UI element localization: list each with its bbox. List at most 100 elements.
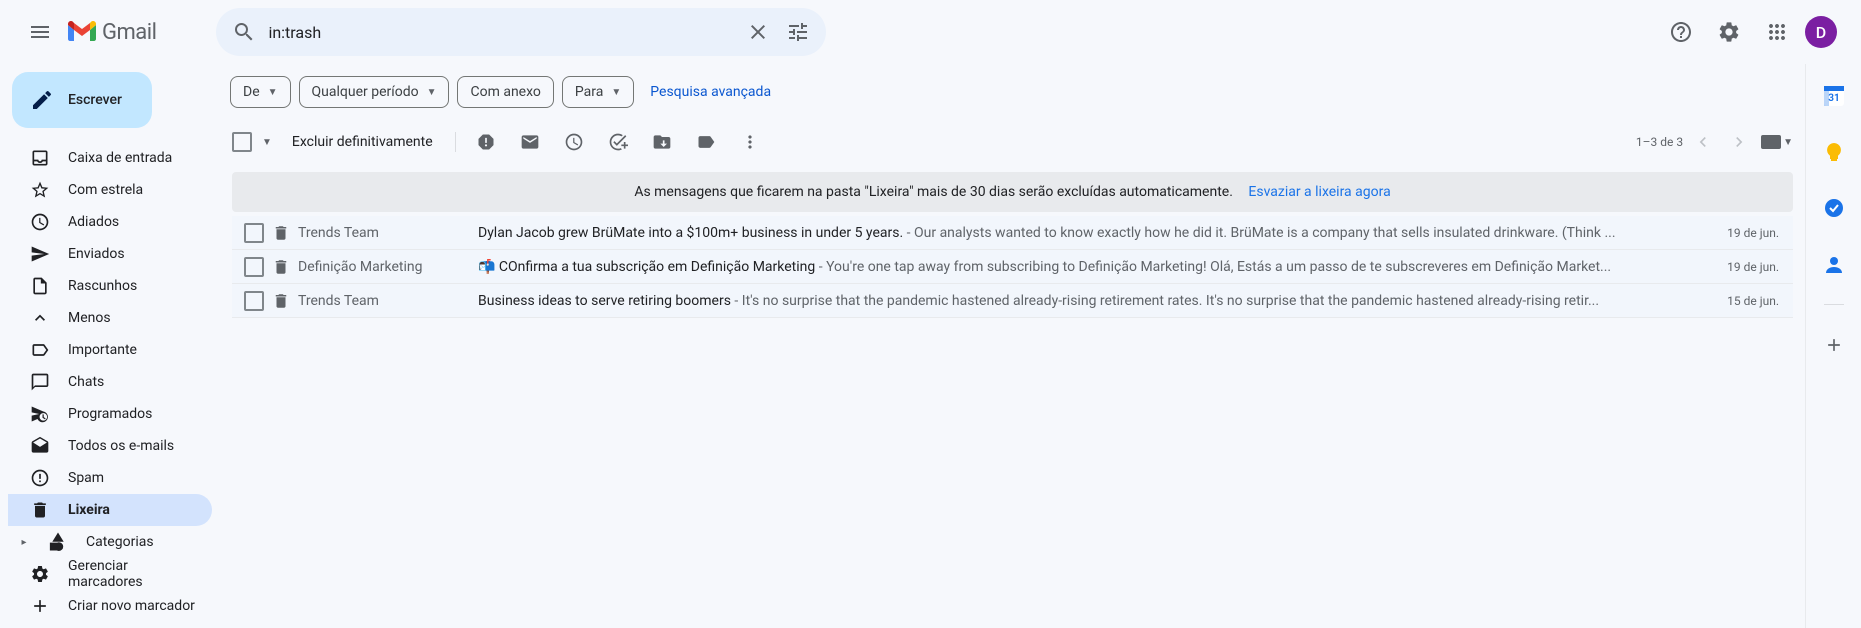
trash-icon [272,224,290,242]
snooze-button[interactable] [554,122,594,162]
divider [1824,304,1844,305]
sidebar-label: Programados [68,406,152,422]
gmail-logo[interactable]: Gmail [68,12,156,52]
message-row[interactable]: Trends TeamBusiness ideas to serve retir… [232,284,1793,318]
chip-attachment[interactable]: Com anexo [457,76,553,108]
banner-text: As mensagens que ficarem na pasta "Lixei… [634,184,1233,200]
tune-icon [786,20,810,44]
svg-text:31: 31 [1828,93,1839,104]
input-tools-button[interactable]: ▼ [1759,135,1793,149]
labels-button[interactable] [686,122,726,162]
sidebar-item-less[interactable]: Menos [8,302,212,334]
search-options-button[interactable] [778,12,818,52]
row-sender: Trends Team [298,293,458,309]
apps-icon [1765,20,1789,44]
sidebar-item-clock[interactable]: Adiados [8,206,212,238]
sidebar-label: Lixeira [68,502,110,518]
trash-icon [30,500,50,520]
inbox-icon [30,148,50,168]
spam-icon [30,468,50,488]
clock-icon [564,132,584,152]
message-row[interactable]: Trends TeamDylan Jacob grew BrüMate into… [232,216,1793,250]
empty-trash-link[interactable]: Esvaziar a lixeira agora [1248,184,1390,200]
allmail-icon [30,436,50,456]
menu-icon [28,20,52,44]
sidebar-item-important[interactable]: Importante [8,334,212,366]
row-checkbox[interactable] [244,291,264,311]
pagination-count: 1–3 de 3 [1636,135,1683,149]
send-icon [30,244,50,264]
chip-to[interactable]: Para▼ [562,76,634,108]
row-date: 19 de jun. [1705,260,1785,274]
side-panel: 31 [1805,64,1861,628]
main-menu-button[interactable] [16,8,64,56]
row-checkbox[interactable] [244,257,264,277]
report-spam-button[interactable] [466,122,506,162]
settings-button[interactable] [1709,12,1749,52]
calendar-icon: 31 [1824,86,1844,106]
more-button[interactable] [730,122,770,162]
chip-from[interactable]: De▼ [230,76,291,108]
search-input[interactable] [264,23,738,42]
apps-button[interactable] [1757,12,1797,52]
row-subject: Business ideas to serve retiring boomers [478,293,731,309]
plus-icon [1824,335,1844,355]
star-icon [30,180,50,200]
next-page-button[interactable] [1723,126,1755,158]
select-all-checkbox[interactable] [232,132,252,152]
sidebar-item-chat[interactable]: Chats [8,366,212,398]
label-icon [696,132,716,152]
prev-page-button[interactable] [1687,126,1719,158]
add-task-icon [608,132,628,152]
settings-icon [30,564,50,584]
search-button[interactable] [224,12,264,52]
delete-forever-button[interactable]: Excluir definitivamente [280,134,445,150]
mark-unread-button[interactable] [510,122,550,162]
sidebar-item-settings[interactable]: Gerenciar marcadores [8,558,212,590]
sidebar-label: Importante [68,342,137,358]
account-avatar[interactable]: D [1805,16,1837,48]
trash-banner: As mensagens que ficarem na pasta "Lixei… [232,172,1793,212]
sidebar-item-scheduled[interactable]: Programados [8,398,212,430]
sidebar-item-plus[interactable]: Criar novo marcador [8,590,212,622]
select-dropdown[interactable]: ▼ [258,137,276,148]
keep-app[interactable] [1814,132,1854,172]
sidebar-item-allmail[interactable]: Todos os e-mails [8,430,212,462]
sidebar-item-star[interactable]: Com estrela [8,174,212,206]
row-date: 15 de jun. [1705,294,1785,308]
sidebar-item-inbox[interactable]: Caixa de entrada [8,142,212,174]
row-snippet: It's no surprise that the pandemic haste… [742,293,1599,309]
row-subject-line: 📬 COnfirma a tua subscrição em Definição… [458,259,1705,275]
sidebar-item-file[interactable]: Rascunhos [8,270,212,302]
expand-caret-icon: ▸ [18,537,30,548]
sidebar-item-trash[interactable]: Lixeira [8,494,212,526]
message-row[interactable]: Definição Marketing📬 COnfirma a tua subs… [232,250,1793,284]
compose-button[interactable]: Escrever [12,72,152,128]
sidebar-label: Criar novo marcador [68,598,195,614]
row-sender: Definição Marketing [298,259,458,275]
chip-anytime[interactable]: Qualquer período▼ [299,76,450,108]
sidebar-item-send[interactable]: Enviados [8,238,212,270]
add-task-button[interactable] [598,122,638,162]
caret-down-icon: ▼ [268,87,278,98]
advanced-search-link[interactable]: Pesquisa avançada [650,84,771,100]
sidebar: Escrever Caixa de entradaCom estrelaAdia… [0,64,212,628]
contacts-app[interactable] [1814,244,1854,284]
keep-icon [1824,142,1844,162]
sidebar-item-categories[interactable]: ▸Categorias [8,526,212,558]
support-button[interactable] [1661,12,1701,52]
categories-icon [48,532,68,552]
search-icon [232,20,256,44]
sidebar-item-spam[interactable]: Spam [8,462,212,494]
row-subject-line: Business ideas to serve retiring boomers… [458,293,1705,309]
clock-icon [30,212,50,232]
tasks-app[interactable] [1814,188,1854,228]
row-checkbox[interactable] [244,223,264,243]
move-to-button[interactable] [642,122,682,162]
clear-search-button[interactable] [738,12,778,52]
calendar-app[interactable]: 31 [1814,76,1854,116]
chat-icon [30,372,50,392]
mail-icon [520,132,540,152]
get-addons-button[interactable] [1814,325,1854,365]
keyboard-icon [1761,135,1781,149]
